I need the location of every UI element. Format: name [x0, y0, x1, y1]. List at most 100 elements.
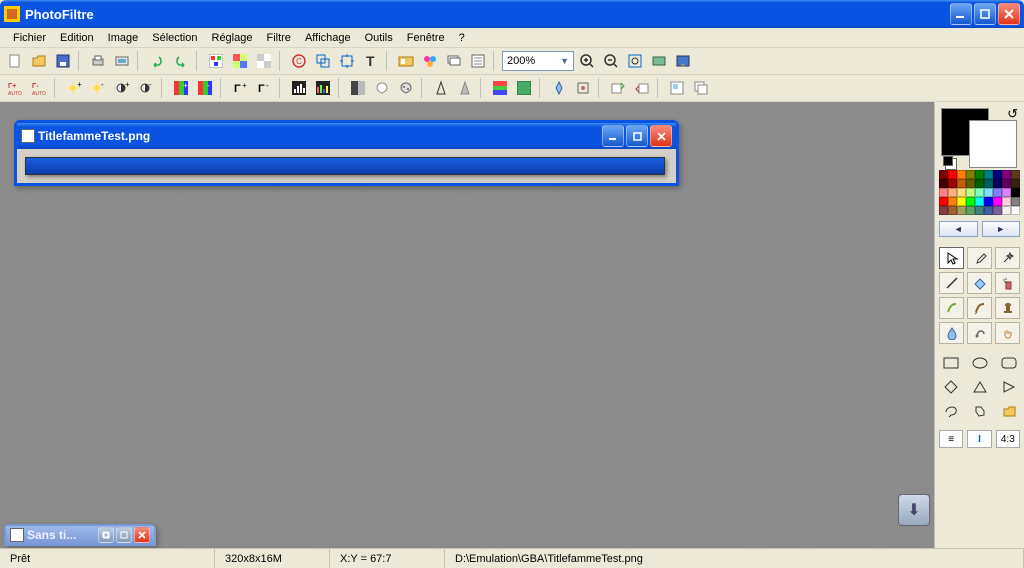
explorer-button[interactable] [395, 50, 417, 72]
contrast-minus-button[interactable]: - [135, 77, 157, 99]
other-button[interactable] [572, 77, 594, 99]
fullscreen-button[interactable] [672, 50, 694, 72]
palette-next-button[interactable]: ► [982, 221, 1021, 237]
palette-swatch[interactable] [984, 188, 993, 197]
brush-tool[interactable] [939, 297, 964, 319]
hand-tool[interactable] [995, 322, 1020, 344]
palette-swatch[interactable] [948, 179, 957, 188]
triangle-shape[interactable] [968, 378, 991, 396]
copyright-button[interactable]: C [288, 50, 310, 72]
dust-button[interactable] [395, 77, 417, 99]
palette-swatch[interactable] [948, 197, 957, 206]
palette-prev-button[interactable]: ◄ [939, 221, 978, 237]
palette-swatch[interactable] [939, 179, 948, 188]
palette-swatch[interactable] [966, 179, 975, 188]
palette-swatch[interactable] [957, 179, 966, 188]
doc-close-button[interactable] [650, 125, 672, 147]
save-button[interactable] [52, 50, 74, 72]
color-palette[interactable] [939, 170, 1020, 215]
indexed-button[interactable] [229, 50, 251, 72]
palette-swatch[interactable] [1002, 170, 1011, 179]
download-badge-icon[interactable]: ⬇ [898, 494, 930, 526]
gamma-minus-button[interactable]: Γ- [253, 77, 275, 99]
doc-close-button[interactable] [134, 527, 150, 543]
default-colors-icon[interactable] [943, 156, 953, 166]
menu-filtre[interactable]: Filtre [259, 30, 297, 46]
canvas-area[interactable]: TitlefammeTest.png Sans ti... [0, 102, 934, 548]
background-color[interactable] [969, 120, 1017, 168]
palette-swatch[interactable] [993, 170, 1002, 179]
menu-help[interactable]: ? [452, 30, 472, 46]
palette-swatch[interactable] [966, 197, 975, 206]
menu-affichage[interactable]: Affichage [298, 30, 358, 46]
document-window-active[interactable]: TitlefammeTest.png [14, 120, 679, 186]
icon2-button[interactable] [690, 77, 712, 99]
saturation-minus-button[interactable]: - [194, 77, 216, 99]
rgb-button[interactable] [205, 50, 227, 72]
import-button[interactable] [631, 77, 653, 99]
triangle2-shape[interactable] [997, 378, 1020, 396]
polygon-shape[interactable] [968, 402, 991, 420]
menu-selection[interactable]: Sélection [145, 30, 204, 46]
palette-swatch[interactable] [975, 206, 984, 215]
nozzle-button[interactable] [548, 77, 570, 99]
palette-swatch[interactable] [1011, 197, 1020, 206]
palette-swatch[interactable] [966, 206, 975, 215]
menu-reglage[interactable]: Réglage [205, 30, 260, 46]
rect-shape[interactable] [939, 354, 962, 372]
palette-swatch[interactable] [993, 188, 1002, 197]
palette-swatch[interactable] [975, 179, 984, 188]
menu-outils[interactable]: Outils [358, 30, 400, 46]
palette-swatch[interactable] [984, 170, 993, 179]
photomask-button[interactable] [513, 77, 535, 99]
doc-titlebar-active[interactable]: TitlefammeTest.png [17, 123, 676, 149]
zoom-out-button[interactable] [600, 50, 622, 72]
palette-swatch[interactable] [957, 170, 966, 179]
smudge-tool[interactable] [967, 322, 992, 344]
menu-fenetre[interactable]: Fenêtre [400, 30, 452, 46]
palette-swatch[interactable] [1011, 206, 1020, 215]
menu-fichier[interactable]: Fichier [6, 30, 53, 46]
palette-swatch[interactable] [1011, 179, 1020, 188]
palette-swatch[interactable] [957, 206, 966, 215]
open-button[interactable] [28, 50, 50, 72]
histogram-button[interactable] [288, 77, 310, 99]
palette-swatch[interactable] [957, 197, 966, 206]
brightness-plus-button[interactable]: + [63, 77, 85, 99]
undo-button[interactable] [146, 50, 168, 72]
document-window-inactive[interactable]: Sans ti... [4, 524, 156, 546]
gamma-plus-button[interactable]: Γ+ [229, 77, 251, 99]
opt-2[interactable]: I [967, 430, 991, 448]
palette-swatch[interactable] [984, 179, 993, 188]
palette-swatch[interactable] [939, 206, 948, 215]
diamond-shape[interactable] [939, 378, 962, 396]
canvas-button[interactable] [336, 50, 358, 72]
menu-edition[interactable]: Edition [53, 30, 101, 46]
palette-swatch[interactable] [1011, 170, 1020, 179]
palette-swatch[interactable] [975, 197, 984, 206]
palette-swatch[interactable] [975, 170, 984, 179]
roundrect-shape[interactable] [997, 354, 1020, 372]
maximize-button[interactable] [974, 3, 996, 25]
palette-swatch[interactable] [975, 188, 984, 197]
zoom-select[interactable]: 200%▼ [502, 51, 574, 71]
auto-levels-button[interactable]: Γ+AUTO [4, 77, 26, 99]
scan-button[interactable] [111, 50, 133, 72]
doc-maximize-button[interactable] [116, 527, 132, 543]
palette-swatch[interactable] [939, 197, 948, 206]
palette-swatch[interactable] [948, 188, 957, 197]
blur-button[interactable] [454, 77, 476, 99]
new-button[interactable] [4, 50, 26, 72]
lasso-shape[interactable] [939, 402, 962, 420]
zoom-100-button[interactable] [648, 50, 670, 72]
palette-swatch[interactable] [984, 197, 993, 206]
open-shape[interactable] [997, 402, 1020, 420]
wand-tool[interactable] [995, 247, 1020, 269]
sepia-button[interactable] [371, 77, 393, 99]
palette-swatch[interactable] [993, 206, 1002, 215]
doc-canvas[interactable] [25, 157, 665, 175]
ellipse-shape[interactable] [968, 354, 991, 372]
blur-tool[interactable] [939, 322, 964, 344]
doc-restore-button[interactable] [98, 527, 114, 543]
spray-tool[interactable] [995, 272, 1020, 294]
